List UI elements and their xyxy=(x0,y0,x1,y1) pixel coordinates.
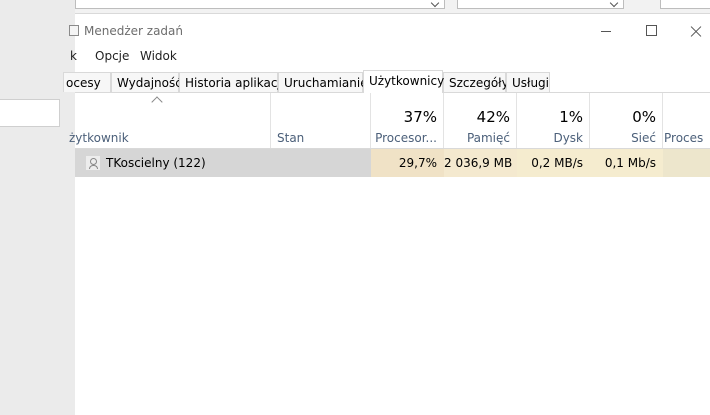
cell-network: 0,1 Mb/s xyxy=(590,149,663,177)
tab-processes[interactable]: ocesy xyxy=(63,72,111,92)
background-field xyxy=(660,0,710,9)
user-name: TKoscielny (122) xyxy=(106,156,206,170)
menu-options[interactable]: Opcje xyxy=(95,49,129,63)
close-icon[interactable] xyxy=(674,14,710,46)
background-window-left xyxy=(0,0,76,415)
user-icon xyxy=(86,156,100,170)
tab-services[interactable]: Usługi xyxy=(506,72,550,92)
column-disk[interactable]: 1% Dysk xyxy=(517,93,590,148)
menu-bar: k Opcje Widok xyxy=(70,46,710,66)
window-title: Menedżer zadań xyxy=(84,24,183,38)
column-power-label: Proces xyxy=(664,131,704,145)
cell-user: TKoscielny (122) xyxy=(75,149,271,177)
column-memory-label: Pamięć xyxy=(466,131,510,145)
column-memory[interactable]: 42% Pamięć xyxy=(444,93,517,148)
cell-memory: 2 036,9 MB xyxy=(444,149,517,177)
disk-percent: 1% xyxy=(559,108,583,126)
column-disk-label: Dysk xyxy=(553,131,583,145)
column-network-label: Sieć xyxy=(631,131,656,145)
column-header: żytkownik Stan 37% Procesor... 42% Pamię… xyxy=(69,93,710,149)
column-user-label: żytkownik xyxy=(69,131,129,145)
tab-startup[interactable]: Uruchamianie xyxy=(278,72,368,92)
user-list: TKoscielny (122) 29,7% 2 036,9 MB 0,2 MB… xyxy=(75,149,710,177)
tab-performance[interactable]: Wydajność xyxy=(111,72,182,92)
cell-power xyxy=(663,149,710,177)
sort-up-icon xyxy=(151,96,163,108)
cell-disk: 0,2 MB/s xyxy=(517,149,590,177)
column-status[interactable]: Stan xyxy=(271,93,371,148)
app-icon xyxy=(69,25,79,36)
tab-bar: ocesy Wydajność Historia aplikacji Uruch… xyxy=(63,70,710,93)
background-dropdown xyxy=(75,0,445,9)
column-power[interactable]: Proces xyxy=(663,93,710,148)
menu-view[interactable]: Widok xyxy=(140,49,177,63)
network-percent: 0% xyxy=(632,108,656,126)
tab-users[interactable]: Użytkownicy xyxy=(363,70,444,93)
table-row[interactable]: TKoscielny (122) 29,7% 2 036,9 MB 0,2 MB… xyxy=(75,149,710,177)
cell-status xyxy=(271,149,371,177)
maximize-icon[interactable] xyxy=(628,14,674,46)
column-cpu-label: Procesor... xyxy=(375,131,437,145)
menu-file[interactable]: k xyxy=(70,49,77,63)
tab-app-history[interactable]: Historia aplikacji xyxy=(179,72,284,92)
cpu-percent: 37% xyxy=(403,108,437,126)
memory-percent: 42% xyxy=(476,108,510,126)
column-status-label: Stan xyxy=(277,131,305,145)
column-network[interactable]: 0% Sieć xyxy=(590,93,663,148)
title-bar[interactable]: Menedżer zadań xyxy=(69,14,710,46)
background-input xyxy=(0,99,60,127)
background-dropdown-2 xyxy=(457,0,624,9)
minimize-icon[interactable] xyxy=(582,14,628,46)
column-user[interactable]: żytkownik xyxy=(69,93,271,148)
task-manager-window: Menedżer zadań k Opcje Widok ocesy Wydaj… xyxy=(63,14,710,415)
cell-cpu: 29,7% xyxy=(371,149,444,177)
tab-details[interactable]: Szczegóły xyxy=(443,72,509,92)
background-window-top xyxy=(75,0,710,14)
column-cpu[interactable]: 37% Procesor... xyxy=(371,93,444,148)
